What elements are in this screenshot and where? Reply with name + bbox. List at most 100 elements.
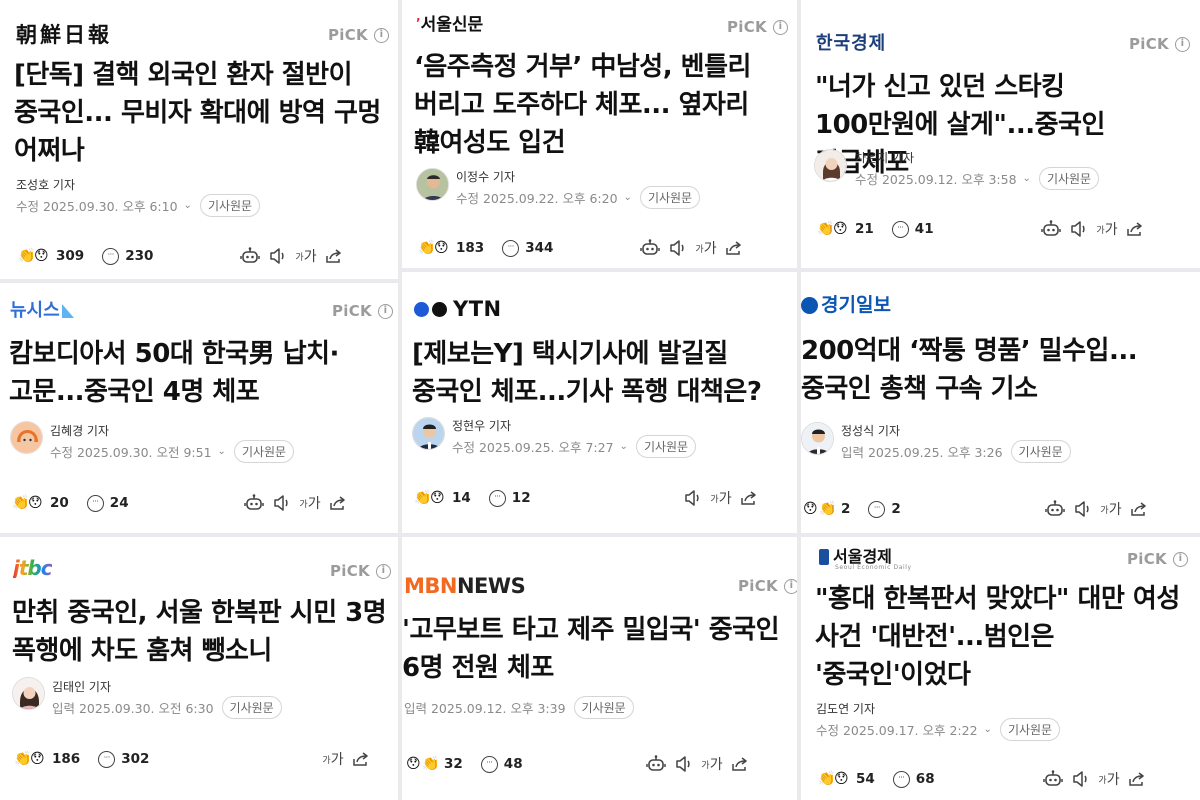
comment-icon[interactable]: ··· bbox=[488, 489, 506, 507]
font-size-icon[interactable]: 가가 bbox=[698, 752, 726, 776]
reaction-button[interactable]: 👏 😯 bbox=[18, 247, 50, 265]
reporter-name[interactable]: 이정수 기자 bbox=[456, 168, 515, 185]
reporter-name[interactable]: 조성호 기자 bbox=[16, 176, 75, 193]
speaker-icon[interactable] bbox=[264, 244, 292, 268]
info-icon[interactable]: i bbox=[772, 19, 788, 35]
original-article-button[interactable]: 기사원문 bbox=[639, 186, 701, 209]
publisher-logo[interactable]: jtbc bbox=[13, 558, 53, 578]
info-icon[interactable]: i bbox=[373, 27, 389, 43]
reaction-button[interactable]: 👏 😯 bbox=[414, 489, 446, 507]
share-icon[interactable] bbox=[320, 244, 348, 268]
chevron-down-icon[interactable]: ⌄ bbox=[184, 200, 192, 211]
reporter-name[interactable]: 정현우 기자 bbox=[452, 417, 511, 434]
speaker-icon[interactable] bbox=[1065, 217, 1093, 241]
font-size-icon[interactable]: 가가 bbox=[1097, 497, 1125, 521]
reaction-button[interactable]: 👏 😯 bbox=[14, 750, 46, 768]
comment-icon[interactable]: ··· bbox=[480, 755, 498, 773]
original-article-button[interactable]: 기사원문 bbox=[573, 696, 634, 719]
share-icon[interactable] bbox=[726, 752, 754, 776]
speaker-icon[interactable] bbox=[679, 486, 707, 510]
comment-icon[interactable]: ··· bbox=[86, 494, 104, 512]
news-card-chosun[interactable]: 朝鮮日報 PiCK i [단독] 결핵 외국인 환자 절반이 중국인... 무비… bbox=[0, 0, 398, 279]
publisher-logo[interactable]: 한국경제 bbox=[816, 35, 886, 53]
font-size-icon[interactable]: 가가 bbox=[1095, 767, 1123, 791]
share-icon[interactable] bbox=[1123, 767, 1151, 791]
speaker-icon[interactable] bbox=[670, 752, 698, 776]
pick-badge[interactable]: PiCK i bbox=[1127, 550, 1188, 568]
reporter-name[interactable]: 정성식 기자 bbox=[841, 422, 900, 439]
headline[interactable]: 200억대 ‘짝퉁 명품’ 밀수입...중국인 총책 구속 기소 bbox=[801, 332, 1191, 408]
pick-badge[interactable]: PiCK i bbox=[330, 562, 391, 580]
original-article-button[interactable]: 기사원문 bbox=[635, 435, 697, 458]
chevron-down-icon[interactable]: ⌄ bbox=[218, 446, 226, 457]
robot-summary-icon[interactable] bbox=[636, 236, 664, 260]
info-icon[interactable]: i bbox=[783, 578, 797, 594]
publisher-logo[interactable]: YTN bbox=[414, 299, 502, 320]
publisher-logo[interactable]: 뉴시스 bbox=[10, 302, 74, 320]
comment-icon[interactable]: ··· bbox=[891, 220, 909, 238]
comment-icon[interactable]: ··· bbox=[502, 239, 520, 257]
comment-icon[interactable]: ··· bbox=[868, 500, 886, 518]
reporter-name[interactable]: 차은지 기자 bbox=[855, 149, 914, 166]
original-article-button[interactable]: 기사원문 bbox=[999, 718, 1061, 741]
pick-badge[interactable]: PiCK i bbox=[328, 26, 389, 44]
font-size-icon[interactable]: 가가 bbox=[707, 486, 735, 510]
font-size-icon[interactable]: 가가 bbox=[296, 491, 324, 515]
info-icon[interactable]: i bbox=[1172, 551, 1188, 567]
robot-summary-icon[interactable] bbox=[1039, 767, 1067, 791]
speaker-icon[interactable] bbox=[1067, 767, 1095, 791]
headline[interactable]: 캄보디아서 50대 한국男 납치·고문...중국인 4명 체포 bbox=[9, 335, 393, 411]
reporter-avatar[interactable] bbox=[801, 422, 834, 455]
speaker-icon[interactable] bbox=[268, 491, 296, 515]
reporter-name[interactable]: 김혜경 기자 bbox=[50, 422, 109, 439]
reporter-avatar[interactable] bbox=[12, 677, 45, 710]
reporter-name[interactable]: 김태인 기자 bbox=[52, 678, 111, 695]
font-size-icon[interactable]: 가가 bbox=[692, 236, 720, 260]
reaction-button[interactable]: 👏 😯 bbox=[418, 239, 450, 257]
headline[interactable]: [단독] 결핵 외국인 환자 절반이 중국인... 무비자 확대에 방역 구멍 … bbox=[14, 56, 386, 170]
comment-icon[interactable]: ··· bbox=[892, 770, 910, 788]
font-size-icon[interactable]: 가가 bbox=[292, 244, 320, 268]
comment-icon[interactable]: ··· bbox=[98, 750, 116, 768]
robot-summary-icon[interactable] bbox=[236, 244, 264, 268]
comment-icon[interactable]: ··· bbox=[102, 247, 120, 265]
headline[interactable]: 만취 중국인, 서울 한복판 시민 3명 폭행에 차도 훔쳐 뺑소니 bbox=[12, 594, 392, 670]
reporter-name[interactable]: 김도연 기자 bbox=[816, 700, 875, 717]
reporter-avatar[interactable] bbox=[416, 168, 449, 201]
reporter-avatar[interactable] bbox=[10, 421, 43, 454]
news-card-newsis[interactable]: 뉴시스 PiCK i 캄보디아서 50대 한국男 납치·고문...중국인 4명 … bbox=[0, 283, 398, 533]
pick-badge[interactable]: PiCK i bbox=[738, 577, 797, 595]
reporter-avatar[interactable] bbox=[814, 149, 847, 182]
news-card-kyeonggi[interactable]: 경기일보 200억대 ‘짝퉁 명품’ 밀수입...중국인 총책 구속 기소 정성… bbox=[801, 272, 1200, 533]
news-card-seoulshinmun[interactable]: ’서울신문 PiCK i ‘음주측정 거부’ 中남성, 벤틀리 버리고 도주하다… bbox=[402, 0, 797, 268]
reporter-avatar[interactable] bbox=[412, 417, 445, 450]
pick-badge[interactable]: PiCK i bbox=[1129, 35, 1190, 53]
reaction-button[interactable]: 👏 😯 bbox=[817, 220, 849, 238]
original-article-button[interactable]: 기사원문 bbox=[1010, 440, 1071, 463]
news-card-hankyung[interactable]: 한국경제 PiCK i "너가 신고 있던 스타킹 100만원에 살게"...중… bbox=[801, 0, 1200, 268]
info-icon[interactable]: i bbox=[377, 303, 393, 319]
chevron-down-icon[interactable]: ⌄ bbox=[624, 192, 632, 203]
chevron-down-icon[interactable]: ⌄ bbox=[1023, 173, 1031, 184]
robot-summary-icon[interactable] bbox=[642, 752, 670, 776]
info-icon[interactable]: i bbox=[375, 563, 391, 579]
speaker-icon[interactable] bbox=[1069, 497, 1097, 521]
news-card-mbn[interactable]: MBNNEWS PiCK i '고무보트 타고 제주 밀입국' 중국인 6명 전… bbox=[402, 537, 797, 800]
share-icon[interactable] bbox=[1121, 217, 1149, 241]
publisher-logo[interactable]: MBNNEWS bbox=[404, 576, 526, 597]
reaction-button[interactable]: 😯 👏 bbox=[406, 755, 439, 773]
original-article-button[interactable]: 기사원문 bbox=[1038, 167, 1100, 190]
share-icon[interactable] bbox=[324, 491, 352, 515]
info-icon[interactable]: i bbox=[1174, 36, 1190, 52]
publisher-logo[interactable]: 경기일보 bbox=[801, 296, 891, 315]
share-icon[interactable] bbox=[347, 747, 375, 771]
speaker-icon[interactable] bbox=[664, 236, 692, 260]
share-icon[interactable] bbox=[720, 236, 748, 260]
publisher-logo[interactable]: 서울경제 Seoul Economic Daily bbox=[819, 549, 912, 571]
font-size-icon[interactable]: 가가 bbox=[1093, 217, 1121, 241]
reaction-button[interactable]: 👏 😯 bbox=[12, 494, 44, 512]
headline[interactable]: '고무보트 타고 제주 밀입국' 중국인 6명 전원 체포 bbox=[402, 611, 790, 687]
robot-summary-icon[interactable] bbox=[240, 491, 268, 515]
headline[interactable]: ‘음주측정 거부’ 中남성, 벤틀리 버리고 도주하다 체포... 옆자리 韓여… bbox=[414, 48, 788, 162]
reaction-button[interactable]: 😯 👏 bbox=[803, 500, 836, 518]
